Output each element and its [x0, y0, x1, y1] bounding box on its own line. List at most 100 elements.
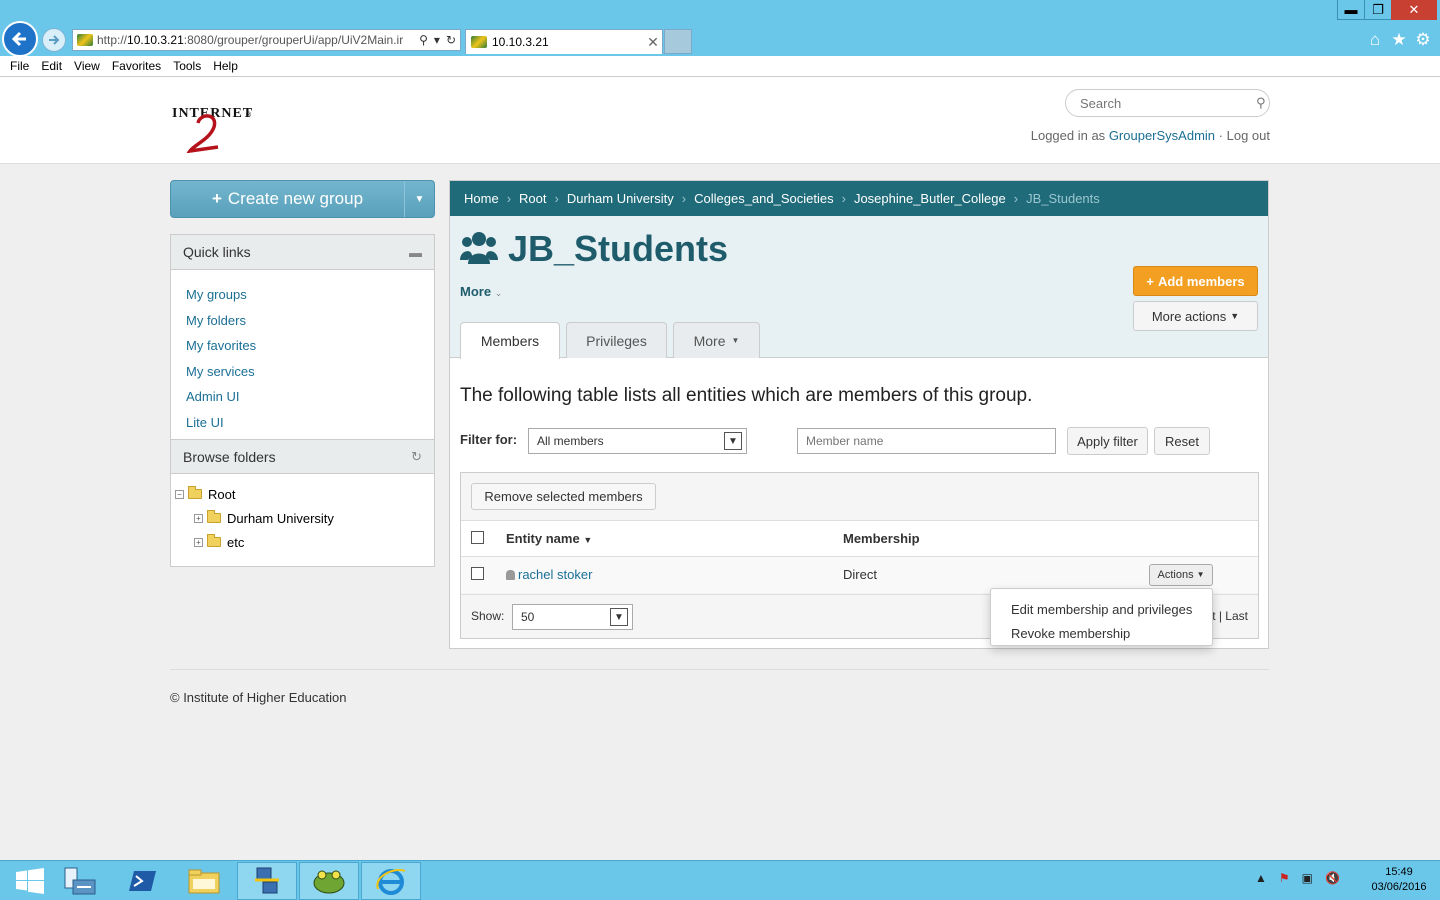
powershell-icon[interactable] — [113, 862, 173, 900]
tree-label[interactable]: Durham University — [227, 511, 334, 526]
quick-link-lite-ui[interactable]: Lite UI — [186, 415, 224, 430]
logout-link[interactable]: Log out — [1227, 128, 1270, 143]
quick-link-my-folders[interactable]: My folders — [186, 313, 246, 328]
pager[interactable]: t | Last — [1212, 609, 1248, 623]
column-label: Entity name — [506, 531, 580, 546]
internet2-logo[interactable]: INTERNET ® — [170, 97, 260, 153]
breadcrumb-home[interactable]: Home — [464, 191, 499, 206]
collapse-icon[interactable]: ▬ — [409, 245, 422, 260]
menu-item-edit-membership[interactable]: Edit membership and privileges — [991, 597, 1212, 621]
expand-node-icon[interactable]: + — [194, 513, 203, 523]
close-window-button[interactable]: ✕ — [1391, 0, 1437, 20]
clock[interactable]: 15:49 03/06/2016 — [1360, 865, 1438, 895]
url-text: http://10.10.3.21:8080/grouper/grouperUi… — [97, 33, 404, 47]
tray-expand-icon[interactable]: ▲ — [1255, 871, 1267, 885]
favorites-star-icon[interactable]: ★ — [1389, 30, 1409, 50]
address-bar[interactable]: http://10.10.3.21:8080/grouper/grouperUi… — [72, 29, 461, 51]
menu-favorites[interactable]: Favorites — [106, 59, 167, 73]
forward-button[interactable] — [42, 28, 66, 52]
internet-explorer-icon[interactable] — [361, 862, 421, 900]
tree-node-root[interactable]: − Root — [175, 482, 430, 506]
back-arrow-icon — [11, 31, 26, 47]
tree-node-durham[interactable]: + Durham University — [175, 506, 430, 530]
quick-links-panel: Quick links ▬ My groups My folders My fa… — [170, 234, 435, 567]
browser-tab[interactable]: 10.10.3.21 ✕ — [465, 29, 663, 54]
add-members-label: Add members — [1157, 273, 1245, 289]
browser-chrome: http://10.10.3.21:8080/grouper/grouperUi… — [0, 0, 1440, 57]
column-membership: Membership — [843, 520, 1133, 557]
tree-node-etc[interactable]: + etc — [175, 530, 430, 554]
menu-view[interactable]: View — [68, 59, 106, 73]
breadcrumb-colleges[interactable]: Colleges_and_Societies — [694, 191, 833, 206]
folder-glyph — [188, 869, 220, 894]
create-group-label: Create new group — [227, 189, 364, 208]
quick-link-my-services[interactable]: My services — [186, 364, 255, 379]
quick-link-my-groups[interactable]: My groups — [186, 287, 247, 302]
footer-copyright: © Institute of Higher Education — [170, 690, 347, 705]
breadcrumb-root[interactable]: Root — [519, 191, 546, 206]
caret-down-icon[interactable]: ▼ — [404, 181, 434, 217]
chevron-down-icon[interactable]: ▼ — [724, 432, 742, 450]
search-icon[interactable]: ⚲ — [419, 33, 428, 47]
refresh-icon[interactable]: ↻ — [446, 33, 456, 47]
filter-select[interactable]: All members ▼ — [528, 428, 747, 454]
remove-selected-button[interactable]: Remove selected members — [471, 483, 656, 510]
search-icon[interactable]: ⚲ — [1256, 95, 1266, 111]
minimize-button[interactable]: ▬ — [1337, 0, 1365, 20]
tab-close-icon[interactable]: ✕ — [644, 34, 662, 51]
more-actions-button[interactable]: More actions ▼ — [1133, 301, 1258, 331]
show-label: Show: — [471, 609, 505, 623]
expand-node-icon[interactable]: + — [194, 537, 203, 547]
gear-icon[interactable]: ⚙ — [1413, 30, 1433, 50]
apply-filter-button[interactable]: Apply filter — [1067, 427, 1148, 455]
create-group-button[interactable]: + Create new group ▼ — [170, 180, 435, 218]
reset-button[interactable]: Reset — [1154, 427, 1210, 455]
menu-help[interactable]: Help — [207, 59, 244, 73]
entity-link[interactable]: rachel stoker — [518, 567, 592, 582]
page-size-select[interactable]: 50 ▼ — [512, 604, 633, 630]
search-input[interactable] — [1080, 95, 1256, 111]
server-manager-icon[interactable] — [50, 862, 110, 900]
file-explorer-icon[interactable] — [174, 862, 234, 900]
quick-link-admin-ui[interactable]: Admin UI — [186, 389, 239, 404]
row-select-cell — [461, 556, 506, 593]
tab-privileges[interactable]: Privileges — [566, 322, 667, 358]
username-link[interactable]: GrouperSysAdmin — [1109, 128, 1215, 143]
create-group-main[interactable]: + Create new group — [171, 181, 404, 217]
row-checkbox[interactable] — [471, 566, 484, 580]
search-field[interactable]: ⚲ — [1065, 89, 1270, 117]
new-tab-button[interactable] — [664, 29, 692, 54]
add-members-button[interactable]: + Add members — [1133, 266, 1258, 296]
dropdown-icon[interactable]: ▾ — [434, 33, 440, 47]
tree-label[interactable]: Root — [208, 487, 235, 502]
menu-edit[interactable]: Edit — [35, 59, 68, 73]
breadcrumb-durham[interactable]: Durham University — [567, 191, 674, 206]
chevron-down-icon[interactable]: ▼ — [610, 608, 628, 626]
home-icon[interactable]: ⌂ — [1365, 30, 1385, 50]
toad-app-icon[interactable] — [299, 862, 359, 900]
collapse-node-icon[interactable]: − — [175, 489, 184, 499]
menu-tools[interactable]: Tools — [167, 59, 207, 73]
tab-members[interactable]: Members — [460, 322, 560, 359]
breadcrumb-college[interactable]: Josephine_Butler_College — [854, 191, 1006, 206]
more-dropdown[interactable]: More ⌄ — [460, 284, 502, 299]
quick-link-my-favorites[interactable]: My favorites — [186, 338, 256, 353]
network-app-icon[interactable] — [237, 862, 297, 900]
select-all-cell — [461, 520, 506, 557]
tab-more[interactable]: More ▼ — [673, 322, 760, 358]
refresh-icon[interactable]: ↻ — [411, 449, 422, 465]
tree-label[interactable]: etc — [227, 535, 244, 550]
restore-button[interactable]: ❐ — [1364, 0, 1392, 20]
column-entity-name[interactable]: Entity name ▼ — [506, 520, 843, 557]
folder-icon — [207, 510, 221, 523]
member-name-input[interactable] — [797, 428, 1056, 454]
flag-icon[interactable]: ⚑ — [1279, 871, 1290, 885]
back-button[interactable] — [2, 21, 38, 57]
network-status-icon[interactable]: ▣ — [1302, 871, 1313, 885]
actions-button[interactable]: Actions ▼ — [1149, 563, 1213, 586]
select-all-checkbox[interactable] — [471, 530, 484, 544]
menu-item-revoke-membership[interactable]: Revoke membership — [991, 621, 1212, 645]
plus-icon: + — [211, 189, 222, 208]
volume-muted-icon[interactable]: 🔇 — [1325, 871, 1340, 885]
menu-file[interactable]: File — [4, 59, 35, 73]
